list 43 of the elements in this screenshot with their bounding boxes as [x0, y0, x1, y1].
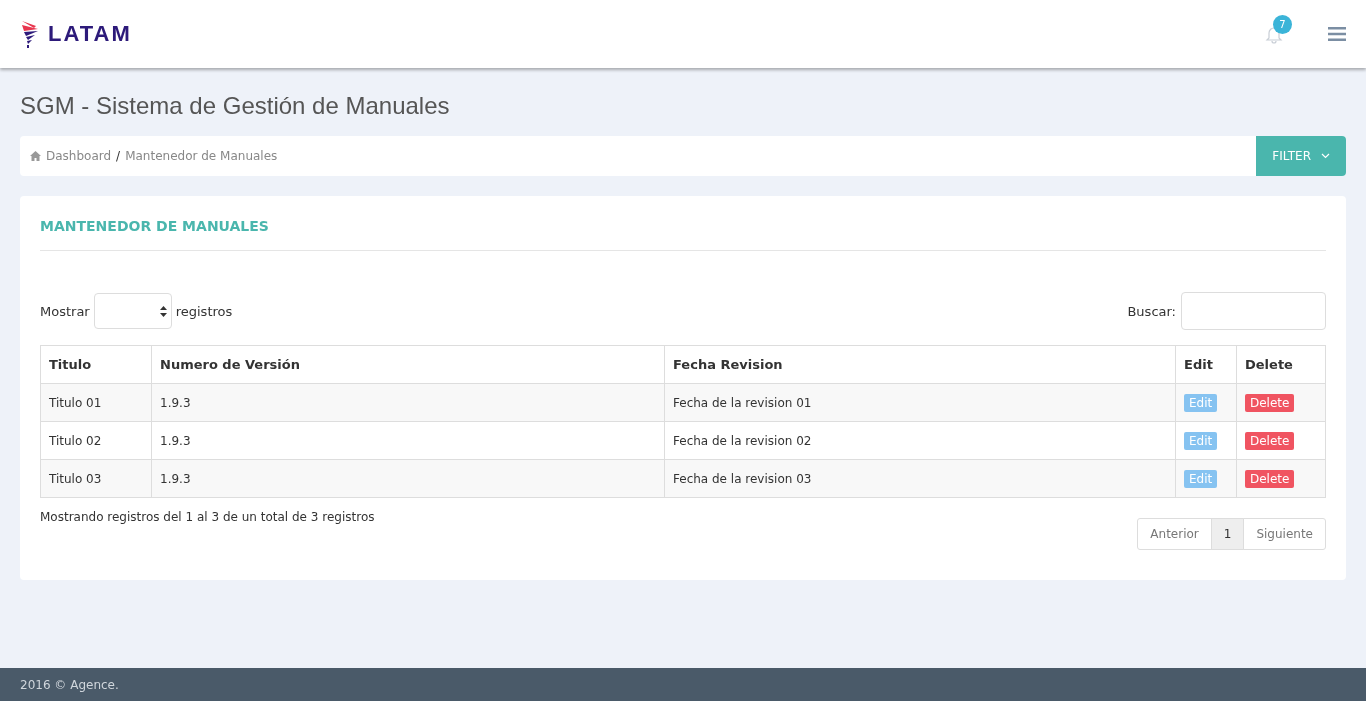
breadcrumb-link[interactable]: Dashboard [46, 149, 112, 163]
pagination-button[interactable]: Anterior [1137, 518, 1212, 550]
home-icon [30, 151, 41, 161]
edit-button[interactable]: Edit [1184, 469, 1218, 488]
chevron-down-icon [1321, 153, 1330, 159]
table-cell: Titulo 01 [49, 395, 102, 410]
breadcrumb-separator: / [116, 149, 121, 163]
length-label: registros [175, 303, 233, 319]
delete-button[interactable]: Delete [1245, 393, 1295, 412]
notification-badge: 7 [1273, 15, 1292, 34]
page-length-select[interactable] [93, 293, 172, 329]
breadcrumb-link[interactable]: Mantenedor de Manuales [125, 149, 278, 163]
table-cell: 1.9.3 [160, 395, 191, 410]
table-cell: 1.9.3 [160, 433, 191, 448]
delete-button[interactable]: Delete [1245, 469, 1295, 488]
column-header: Delete [1245, 357, 1293, 372]
card-title: MANTENEDOR DE MANUALES [40, 216, 1326, 251]
pagination-button[interactable]: Siguiente [1243, 518, 1326, 550]
table-cell: 1.9.3 [160, 471, 191, 486]
logo-icon [20, 19, 40, 49]
page-title: SGM - Sistema de Gestión de Manuales [20, 92, 451, 120]
search-label: Buscar: [1127, 303, 1176, 319]
delete-button[interactable]: Delete [1245, 431, 1295, 450]
sort-arrows-icon [159, 305, 167, 317]
column-header: Titulo [49, 357, 92, 372]
edit-button[interactable]: Edit [1184, 393, 1218, 412]
footer-text: 2016 © Agence. [20, 677, 119, 692]
brand-name: LATAM [48, 21, 132, 47]
table-info: Mostrando registros del 1 al 3 de un total de 3 registros [40, 510, 375, 526]
menu-icon[interactable] [1328, 27, 1346, 41]
table-cell: Fecha de la revision 01 [673, 395, 812, 410]
edit-button[interactable]: Edit [1184, 431, 1218, 450]
length-label: Mostrar [40, 303, 90, 319]
filter-button[interactable]: FILTER [1256, 136, 1346, 176]
table-cell: Fecha de la revision 03 [673, 471, 812, 486]
column-header: Numero de Versión [160, 357, 300, 372]
search-field[interactable] [1181, 292, 1326, 330]
column-header: Edit [1184, 357, 1213, 372]
table-cell: Titulo 02 [49, 433, 102, 448]
column-header: Fecha Revision [673, 357, 783, 372]
table-cell: Titulo 03 [49, 471, 102, 486]
table-cell: Fecha de la revision 02 [673, 433, 812, 448]
pagination-button[interactable]: 1 [1210, 518, 1245, 550]
